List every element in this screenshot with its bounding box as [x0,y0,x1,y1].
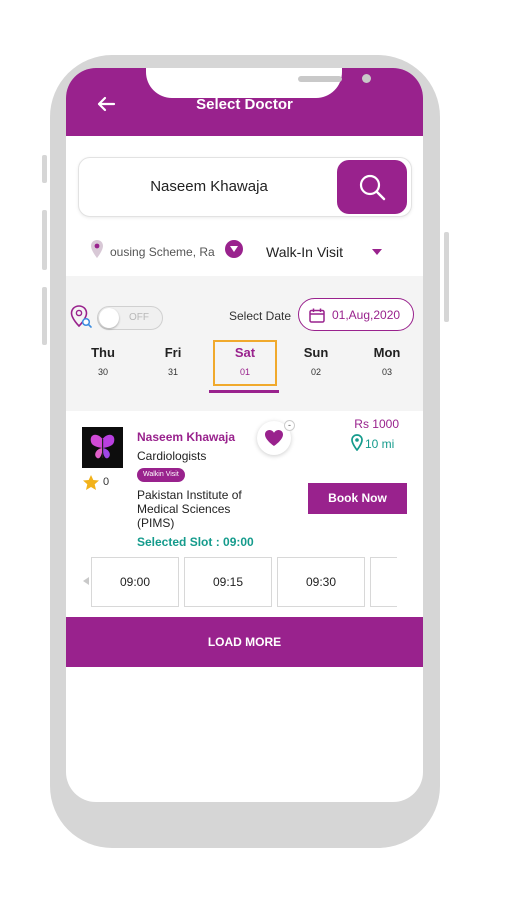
day-name: Sat [234,345,256,360]
search-input[interactable]: Naseem Khawaja [79,178,339,195]
walkin-visit-badge: Walkin Visit [137,468,185,482]
rating-value: 0 [103,476,110,488]
selected-slot-label: Selected Slot : 09:00 [137,535,254,549]
day-number: 01 [239,367,250,377]
map-pin-icon [351,434,363,451]
app-header: Select Doctor [66,68,423,136]
toggle-label: OFF [129,312,149,323]
day-number: 03 [381,367,392,377]
day-thu[interactable]: Thu 30 [73,342,133,377]
doctor-specialty: Cardiologists [137,449,207,463]
phone-notch [146,68,371,98]
day-sat-selected[interactable]: Sat 01 [213,340,277,386]
day-name: Thu [91,345,115,360]
heart-icon [265,430,283,446]
phone-power-button [444,232,449,322]
doctor-search-field[interactable]: Naseem Khawaja [78,157,412,217]
book-now-button[interactable]: Book Now [308,483,407,514]
time-slot[interactable]: 09:30 [277,557,365,607]
chevron-down-icon[interactable] [372,249,382,255]
location-text[interactable]: ousing Scheme, Ra [110,245,218,259]
day-sun[interactable]: Sun 02 [286,342,346,377]
day-name: Fri [164,345,182,360]
nearby-location-icon[interactable] [69,304,93,330]
doctor-avatar[interactable] [82,427,123,468]
star-icon [83,475,99,490]
selected-day-underline [209,390,279,393]
selected-date: 01,Aug,2020 [332,308,401,322]
search-button[interactable] [337,160,407,214]
day-name: Mon [373,345,401,360]
distance-value: 10 mi [365,437,395,451]
day-mon[interactable]: Mon 03 [357,342,417,377]
favorite-remove-badge: - [284,420,295,431]
time-slot[interactable]: 09:15 [184,557,272,607]
load-more-button[interactable]: LOAD MORE [66,617,423,667]
visit-type-select[interactable]: Walk-In Visit [266,244,343,260]
phone-side-button [42,155,47,183]
search-icon [359,174,386,201]
day-fri[interactable]: Fri 31 [143,342,203,377]
select-date-label: Select Date [229,309,292,323]
calendar-icon [309,308,325,323]
app-screen: Select Doctor Naseem Khawaja ousing Sche… [66,68,423,802]
speaker-grille [298,76,342,82]
day-number: 30 [97,367,108,377]
time-slot[interactable] [370,557,397,607]
day-number: 02 [310,367,321,377]
nearby-toggle[interactable]: OFF [97,306,163,330]
day-number: 31 [167,367,178,377]
location-dropdown-icon[interactable] [225,240,243,258]
hospital-name: Pakistan Institute of Medical Sciences (… [137,488,242,530]
phone-side-button [42,210,47,270]
doctor-name[interactable]: Naseem Khawaja [137,430,235,444]
phone-side-button [42,287,47,345]
time-slot[interactable]: 09:00 [91,557,179,607]
date-picker-button[interactable]: 01,Aug,2020 [298,298,414,331]
scroll-left-icon[interactable] [83,577,89,585]
day-name: Sun [303,345,329,360]
time-slots-list[interactable]: 09:00 09:15 09:30 [91,557,397,609]
butterfly-image [82,427,123,468]
front-camera [362,74,371,83]
page-title: Select Doctor [196,96,293,113]
location-pin-icon [91,240,103,258]
consultation-fee: Rs 1000 [354,417,399,431]
toggle-knob [99,308,119,328]
